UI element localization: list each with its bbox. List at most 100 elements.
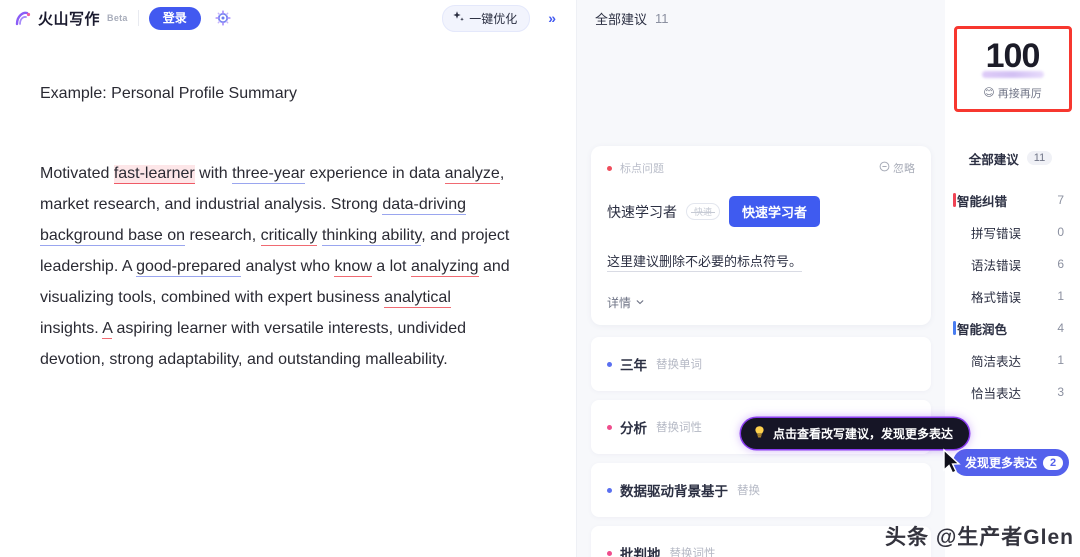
category-row-智能润色[interactable]: 智能润色 4: [945, 312, 1080, 344]
text-run: insights.: [40, 320, 103, 337]
document-editor[interactable]: Example: Personal Profile Summary Motiva…: [0, 36, 576, 557]
category-count: 1: [1057, 353, 1064, 367]
details-toggle[interactable]: 详情: [607, 294, 915, 311]
collapse-panel-icon[interactable]: »: [540, 8, 564, 28]
category-row-简洁表达[interactable]: 简洁表达 1: [945, 344, 1080, 376]
magic-wand-icon[interactable]: [211, 7, 233, 29]
suggestions-header-title: 全部建议: [595, 11, 648, 27]
flagged-text-red[interactable]: analyzing: [410, 258, 479, 277]
suggestion-card-active[interactable]: 标点问题 忽略 快速学习者 快速 快速学习者 这里建议删除不必要的标点符号。 详…: [591, 146, 931, 325]
suggestion-item-kind: 替换词性: [656, 422, 702, 434]
category-row-语法错误[interactable]: 语法错误 6: [945, 248, 1080, 280]
flagged-text-red[interactable]: analyze: [444, 165, 500, 184]
suggestions-header: 全部建议 11: [577, 0, 945, 36]
discover-count-badge: 2: [1043, 455, 1064, 470]
top-toolbar: 火山写作 Beta 登录 一键优化 »: [0, 0, 576, 36]
flagged-text-red[interactable]: know: [334, 258, 372, 277]
category-label: 智能纠错: [957, 194, 1008, 209]
circle-minus-icon: [879, 161, 890, 175]
login-button[interactable]: 登录: [148, 6, 201, 30]
flagged-text-blue[interactable]: thinking ability: [321, 227, 422, 246]
suggestion-item[interactable]: 数据驱动背景基于 替换: [591, 463, 931, 517]
beta-badge: Beta: [107, 13, 128, 23]
category-count: 4: [1057, 321, 1064, 335]
lightbulb-icon: [753, 425, 766, 442]
app-root: 火山写作 Beta 登录 一键优化 » Example: Personal Pr…: [0, 0, 1080, 557]
score-pane: 100 😊 再接再厉 全部建议 11 智能纠错 7 拼写错误 0 语法错误 6 格式错误 1 智能润…: [943, 0, 1080, 557]
suggestion-description: 这里建议删除不必要的标点符号。: [607, 251, 803, 272]
category-row-恰当表达[interactable]: 恰当表达 3: [945, 376, 1080, 408]
category-count: 7: [1057, 193, 1064, 207]
suggestion-item-kind: 替换: [737, 485, 760, 497]
flagged-text-red[interactable]: A: [102, 320, 113, 339]
flagged-text-red-highlight[interactable]: fast-learner: [113, 165, 195, 184]
original-text: 快速学习者: [607, 203, 677, 220]
issue-dot-icon: [607, 550, 612, 556]
issue-type-tag: 标点问题: [620, 163, 664, 175]
flagged-text-red[interactable]: analytical: [384, 289, 451, 308]
category-label: 格式错误: [971, 290, 1022, 305]
category-label: 智能润色: [957, 322, 1008, 337]
suggestion-item-word: 数据驱动背景基于: [620, 484, 728, 499]
score-caption: 😊 再接再厉: [983, 85, 1041, 101]
suggestion-item-word: 分析: [620, 421, 647, 436]
issue-dot-icon: [607, 424, 612, 430]
category-label: 全部建议: [968, 152, 1019, 167]
category-list: 全部建议 11 智能纠错 7 拼写错误 0 语法错误 6 格式错误 1 智能润色 4 简洁表达 1 恰当表达…: [945, 142, 1080, 408]
category-color-bar: [953, 321, 956, 335]
suggestion-item-word: 批判地: [620, 547, 661, 557]
text-run: experience in data: [305, 165, 445, 182]
category-count: 1: [1057, 289, 1064, 303]
category-color-bar: [953, 193, 956, 207]
category-label: 语法错误: [971, 258, 1022, 273]
suggestions-header-count: 11: [655, 10, 669, 26]
category-count: 6: [1057, 257, 1064, 271]
apply-replacement-button[interactable]: 快速学习者: [729, 196, 821, 227]
document-body[interactable]: Motivated fast-learner with three-year e…: [40, 158, 510, 375]
optimize-label: 一键优化: [469, 11, 518, 26]
suggestion-item[interactable]: 三年 替换单词: [591, 337, 931, 391]
rewrite-hint-tooltip: 点击查看改写建议，发现更多表达: [741, 418, 970, 449]
text-run: Motivated: [40, 165, 114, 182]
issue-dot-icon: [607, 361, 612, 367]
sparkle-icon: [452, 10, 465, 26]
category-count: 0: [1057, 225, 1064, 239]
editor-pane: 火山写作 Beta 登录 一键优化 » Example: Personal Pr…: [0, 0, 577, 557]
category-label: 拼写错误: [971, 226, 1022, 241]
watermark-area: 头条 @生产者Glen: [760, 511, 1080, 557]
category-row-全部建议[interactable]: 全部建议 11: [945, 142, 1080, 174]
text-run: with: [194, 165, 233, 182]
suggestions-list[interactable]: 标点问题 忽略 快速学习者 快速 快速学习者 这里建议删除不必要的标点符号。 详…: [577, 36, 945, 557]
suggestions-pane: 全部建议 11 标点问题 忽略 快速学习者 快速 快速学习者 这里建议删除不必要…: [577, 0, 970, 557]
text-run: research,: [185, 227, 261, 244]
discover-label: 发现更多表达: [965, 456, 1038, 470]
category-row-拼写错误[interactable]: 拼写错误 0: [945, 216, 1080, 248]
category-row-格式错误[interactable]: 格式错误 1: [945, 280, 1080, 312]
suggestion-card-header: 标点问题 忽略: [607, 160, 915, 176]
paragraph-segments: Motivated fast-learner with three-year e…: [40, 165, 510, 368]
replacement-row: 快速学习者 快速 快速学习者: [607, 196, 915, 227]
score-underline-decoration: [981, 70, 1044, 78]
suggestion-item-kind: 替换单词: [656, 359, 702, 371]
flagged-text-blue[interactable]: good-prepared: [136, 258, 242, 277]
ignore-label: 忽略: [893, 163, 915, 175]
flagged-text-red[interactable]: critically: [260, 227, 318, 246]
tooltip-text: 点击查看改写建议，发现更多表达: [773, 427, 954, 441]
ignore-button[interactable]: 忽略: [879, 160, 915, 176]
volcano-logo-icon: [14, 8, 34, 28]
text-run: analyst who: [241, 258, 335, 275]
chevron-down-icon: [635, 296, 645, 310]
one-click-optimize-button[interactable]: 一键优化: [442, 4, 531, 32]
flagged-text-blue[interactable]: three-year: [232, 165, 305, 184]
category-label: 恰当表达: [971, 386, 1022, 401]
toolbar-divider: [137, 10, 139, 26]
smiley-icon: 😊: [983, 87, 995, 99]
discover-more-button[interactable]: 发现更多表达 2: [953, 449, 1070, 476]
category-row-智能纠错[interactable]: 智能纠错 7: [945, 184, 1080, 216]
brand-logo[interactable]: 火山写作 Beta: [14, 8, 128, 29]
category-count: 3: [1057, 385, 1064, 399]
document-title: Example: Personal Profile Summary: [40, 85, 297, 102]
score-value: 100: [985, 36, 1041, 75]
score-caption-text: 再接再厉: [997, 87, 1042, 100]
removed-text-pill: 快速: [686, 203, 721, 220]
